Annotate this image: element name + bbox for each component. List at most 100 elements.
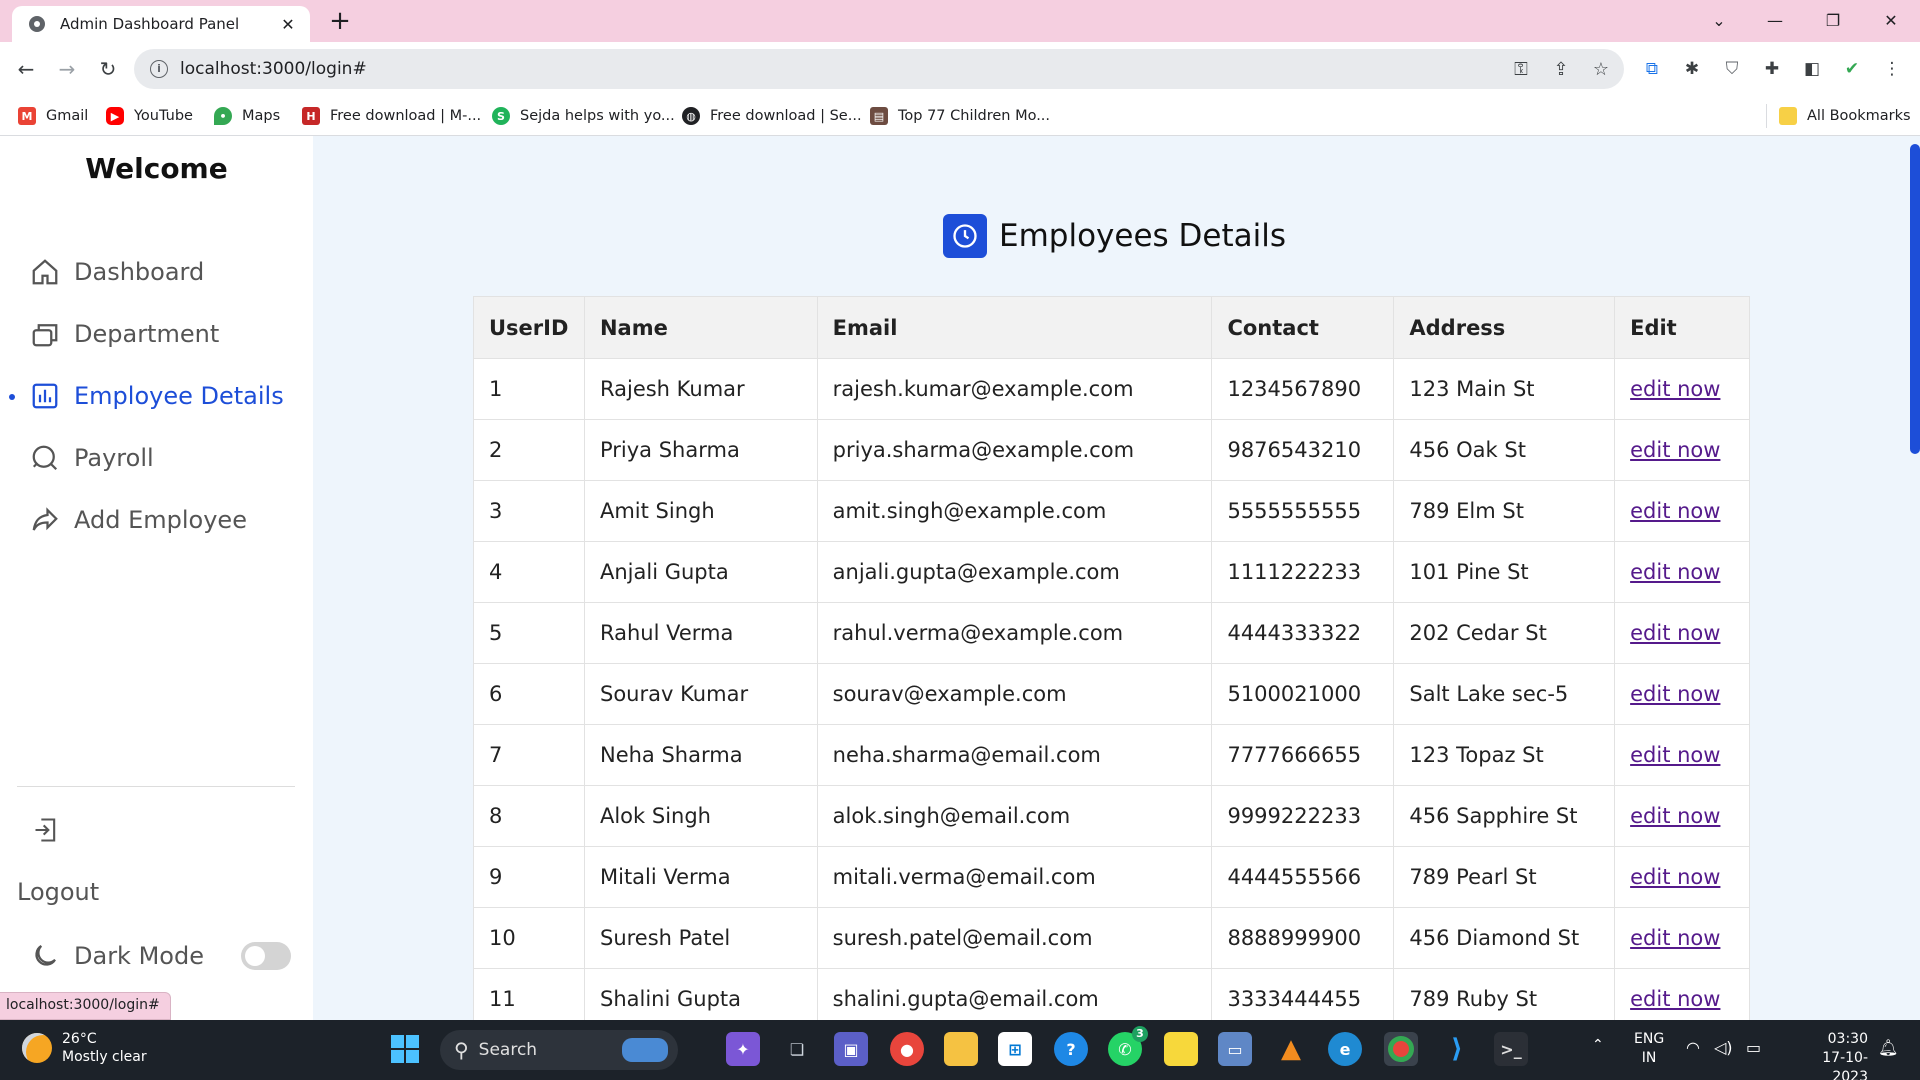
bookmark-label: Top 77 Children Mo... — [898, 108, 1051, 124]
key-icon[interactable]: ⚿ — [1510, 59, 1532, 81]
weather-widget[interactable]: 26°C Mostly clear — [22, 1030, 147, 1066]
bookmark-label: Gmail — [46, 108, 89, 124]
new-tab-button[interactable]: + — [326, 8, 354, 36]
site-info-icon[interactable]: i — [150, 60, 168, 78]
edit-now-link[interactable]: edit now — [1630, 499, 1720, 523]
tab-search-icon[interactable]: ⌄ — [1696, 4, 1742, 36]
bookmark-gmail[interactable]: M Gmail — [18, 104, 88, 128]
teams-icon[interactable]: ▣ — [834, 1032, 868, 1066]
edit-now-link[interactable]: edit now — [1630, 438, 1720, 462]
edit-cell: edit now — [1614, 663, 1750, 725]
notification-bell-icon[interactable]: 🔔︎ — [1878, 1038, 1898, 1057]
logout-icon[interactable] — [32, 816, 60, 844]
name-cell: Priya Sharma — [583, 419, 818, 481]
battery-icon[interactable]: ▭ — [1746, 1038, 1761, 1057]
edit-now-link[interactable]: edit now — [1630, 865, 1720, 889]
taskbar-search[interactable]: ⚲ Search — [440, 1030, 678, 1070]
email-cell: priya.sharma@example.com — [816, 419, 1213, 481]
sidebar: Welcome Dashboard Department Employee De… — [0, 136, 313, 1020]
scrollbar-thumb[interactable] — [1910, 144, 1920, 454]
terminal-icon[interactable]: >_ — [1494, 1032, 1528, 1066]
bookmark-star-icon[interactable]: ☆ — [1590, 59, 1612, 81]
status-url-tooltip: localhost:3000/login# — [0, 992, 171, 1020]
help-icon[interactable]: ? — [1054, 1032, 1088, 1066]
file-explorer-icon[interactable] — [944, 1032, 978, 1066]
language-indicator[interactable]: ENG IN — [1634, 1030, 1664, 1068]
task-view-icon[interactable]: ❏ — [780, 1032, 814, 1066]
edit-now-link[interactable]: edit now — [1630, 682, 1720, 706]
table-row: 1 Rajesh Kumar rajesh.kumar@example.com 123… — [473, 358, 1750, 420]
windows-start-icon[interactable] — [388, 1032, 422, 1066]
whatsapp-icon[interactable]: ✆ 3 — [1108, 1026, 1148, 1066]
edit-now-link[interactable]: edit now — [1630, 804, 1720, 828]
contact-cell: 8888999900 — [1211, 907, 1395, 969]
sidebar-item-label: Dashboard — [74, 258, 205, 286]
userid-cell: 2 — [473, 419, 585, 481]
files-icon — [32, 324, 58, 347]
extensions-puzzle-icon[interactable]: ✚ — [1761, 58, 1783, 80]
clock[interactable]: 03:30 17-10-2023 — [1788, 1030, 1868, 1080]
forward-button[interactable]: → — [51, 53, 83, 85]
menu-dots-icon[interactable]: ⋮ — [1881, 58, 1903, 80]
share-page-icon[interactable]: ⇪ — [1550, 59, 1572, 81]
volume-icon[interactable]: ◁) — [1714, 1038, 1733, 1057]
edge-icon[interactable]: e — [1328, 1032, 1362, 1066]
edit-now-link[interactable]: edit now — [1630, 621, 1720, 645]
address-bar[interactable]: i localhost:3000/login# ⚿ ⇪ ☆ — [134, 49, 1624, 89]
bookmark-free-download-se[interactable]: ◍ Free download | Se... — [682, 104, 862, 128]
bookmark-sejda[interactable]: S Sejda helps with yo... — [492, 104, 675, 128]
language: ENG — [1634, 1031, 1665, 1047]
profile-avatar-icon[interactable]: ✔ — [1841, 58, 1863, 80]
sidebar-item-department[interactable]: Department — [30, 314, 219, 354]
shield-extension-icon[interactable]: ⛉ — [1721, 58, 1743, 80]
sidebar-item-employee-details[interactable]: Employee Details — [30, 376, 284, 416]
reload-button[interactable]: ↻ — [92, 53, 124, 85]
page-title: Employees Details — [943, 212, 1286, 260]
store-icon[interactable]: ⊞ — [998, 1032, 1032, 1066]
side-panel-icon[interactable]: ◧ — [1801, 58, 1823, 80]
close-tab-icon[interactable]: ✕ — [278, 15, 298, 34]
logout-button[interactable]: Logout — [17, 878, 99, 906]
bookmark-children-movies[interactable]: ▤ Top 77 Children Mo... — [870, 104, 1050, 128]
sidebar-item-payroll[interactable]: Payroll — [30, 438, 154, 478]
all-bookmarks[interactable]: All Bookmarks — [1766, 104, 1911, 128]
restore-button[interactable]: ❐ — [1810, 4, 1856, 36]
welcome-heading: Welcome — [85, 152, 228, 185]
edit-now-link[interactable]: edit now — [1630, 743, 1720, 767]
time: 03:30 — [1827, 1031, 1868, 1047]
vscode-icon[interactable]: ⟩ — [1440, 1032, 1474, 1066]
chrome-active-icon[interactable] — [1384, 1032, 1418, 1066]
sidebar-item-dashboard[interactable]: Dashboard — [30, 252, 204, 292]
screen-icon[interactable]: ▭ — [1218, 1032, 1252, 1066]
bookmark-maps[interactable]: • Maps — [214, 104, 280, 128]
browser-tab[interactable]: Admin Dashboard Panel ✕ — [12, 6, 310, 42]
youtube-icon: ▶ — [106, 107, 124, 125]
edit-now-link[interactable]: edit now — [1630, 987, 1720, 1011]
tab-strip: Admin Dashboard Panel ✕ + ⌄ — ❐ ✕ — [0, 0, 1920, 42]
edit-now-link[interactable]: edit now — [1630, 377, 1720, 401]
url-text[interactable]: localhost:3000/login# — [180, 59, 367, 79]
close-window-button[interactable]: ✕ — [1868, 4, 1914, 36]
sidebar-item-add-employee[interactable]: Add Employee — [30, 500, 247, 540]
chevron-up-icon[interactable]: ⌃ — [1592, 1036, 1604, 1055]
edit-cell: edit now — [1614, 480, 1750, 542]
edit-cell: edit now — [1614, 968, 1750, 1020]
contact-cell: 1234567890 — [1211, 358, 1395, 420]
translate-extension-icon[interactable]: ⧉ — [1641, 58, 1663, 80]
name-cell: Amit Singh — [583, 480, 818, 542]
edit-now-link[interactable]: edit now — [1630, 926, 1720, 950]
copilot-icon[interactable]: ✦ — [726, 1032, 760, 1066]
edit-now-link[interactable]: edit now — [1630, 560, 1720, 584]
bug-extension-icon[interactable]: ✱ — [1681, 58, 1703, 80]
minimize-button[interactable]: — — [1752, 4, 1798, 36]
bookmark-free-download-m[interactable]: H Free download | M-... — [302, 104, 481, 128]
wifi-icon[interactable]: ◠ — [1686, 1038, 1700, 1057]
vlc-icon[interactable]: ▲ — [1274, 1032, 1308, 1066]
bookmark-youtube[interactable]: ▶ YouTube — [106, 104, 193, 128]
back-button[interactable]: ← — [10, 53, 42, 85]
name-cell: Rajesh Kumar — [583, 358, 818, 420]
table-row: 4 Anjali Gupta anjali.gupta@example.com 111… — [473, 541, 1750, 603]
chrome-icon[interactable]: ● — [890, 1032, 924, 1066]
sticky-notes-icon[interactable] — [1164, 1032, 1198, 1066]
dark-mode-toggle[interactable] — [241, 942, 291, 970]
